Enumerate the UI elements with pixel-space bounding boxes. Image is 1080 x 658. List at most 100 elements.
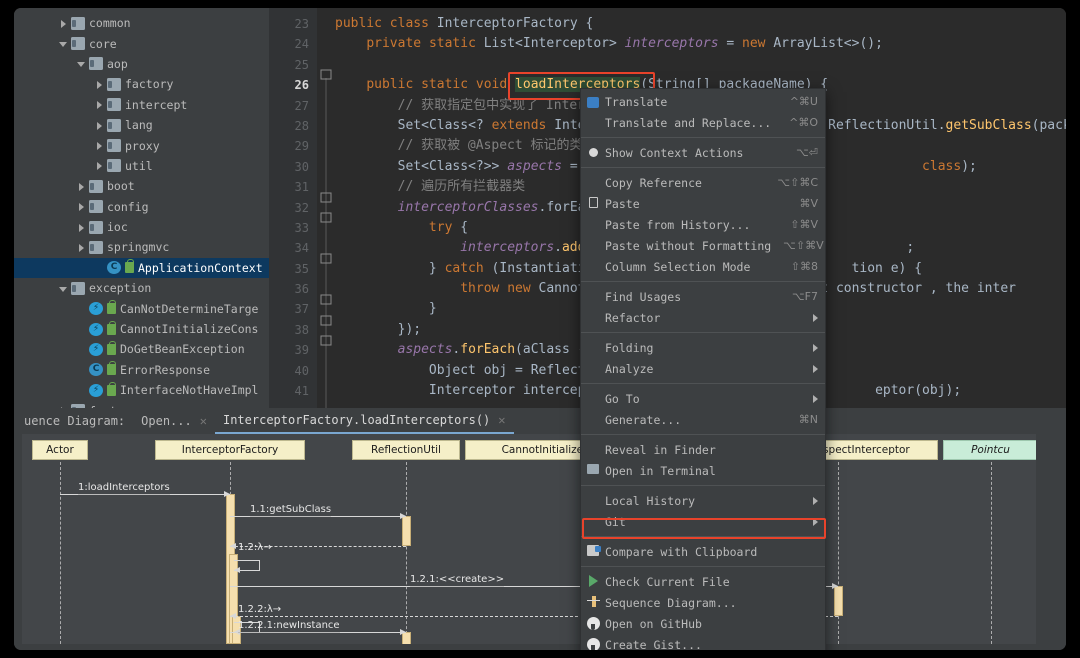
code-token: <? xyxy=(468,117,492,133)
tree-item-applicationcontext[interactable]: C ApplicationContext xyxy=(14,257,269,279)
editor-context-menu[interactable]: Translate ^⌘U Translate and Replace... ^⌘O S… xyxy=(580,88,826,650)
menu-item-paste-without-formatting[interactable]: Paste without Formatting ⌥⇧⌘V xyxy=(581,235,825,256)
sequence-tab-0[interactable]: uence Diagram: xyxy=(16,408,133,434)
menu-item-open-in-terminal[interactable]: Open in Terminal xyxy=(581,460,825,481)
chevron-right-icon[interactable] xyxy=(76,242,87,253)
chevron-right-icon[interactable] xyxy=(58,18,69,29)
code-token: } xyxy=(335,301,437,317)
lock-icon xyxy=(107,340,116,355)
lifeline-label: Actor xyxy=(46,444,74,456)
tree-item-core[interactable]: core xyxy=(14,33,269,53)
tree-item-config[interactable]: config xyxy=(14,197,269,217)
menu-item-shortcut: ⌥F7 xyxy=(791,290,818,303)
tree-item-util[interactable]: util xyxy=(14,156,269,176)
chevron-right-icon[interactable] xyxy=(94,160,105,171)
chevron-right-icon[interactable] xyxy=(94,99,105,110)
tree-item-lang[interactable]: lang xyxy=(14,115,269,135)
message-arrow xyxy=(224,490,230,497)
tree-item-factory[interactable]: factory xyxy=(14,400,269,408)
tree-item-common[interactable]: common xyxy=(14,13,269,33)
chevron-right-icon[interactable] xyxy=(76,222,87,233)
chevron-right-icon[interactable] xyxy=(94,120,105,131)
lifeline-header-reflectionutil[interactable]: ReflectionUtil xyxy=(352,440,460,460)
tree-item-boot[interactable]: boot xyxy=(14,176,269,196)
menu-item-translate-and-replace[interactable]: Translate and Replace... ^⌘O xyxy=(581,112,825,133)
line-number: 26 xyxy=(294,78,309,93)
menu-item-paste[interactable]: Paste ⌘V xyxy=(581,193,825,214)
tree-item-exception[interactable]: exception xyxy=(14,278,269,298)
tree-item-cannotinitializecons[interactable]: ⚡ CannotInitializeCons xyxy=(14,319,269,339)
tree-item-aop[interactable]: aop xyxy=(14,54,269,74)
menu-item-shortcut: ⌘N xyxy=(798,413,818,426)
code-token: < xyxy=(421,117,429,133)
chevron-down-icon[interactable] xyxy=(58,38,69,49)
tree-item-dogetbeanexception[interactable]: ⚡ DoGetBeanException xyxy=(14,339,269,359)
menu-item-sequence-diagram[interactable]: Sequence Diagram... xyxy=(581,592,825,613)
menu-icon-placeholder xyxy=(585,116,601,130)
menu-item-go-to[interactable]: Go To xyxy=(581,388,825,409)
menu-item-paste-from-history[interactable]: Paste from History... ⇧⌘V xyxy=(581,214,825,235)
close-icon[interactable]: ✕ xyxy=(200,414,207,428)
menu-item-copy-reference[interactable]: Copy Reference ⌥⇧⌘C xyxy=(581,172,825,193)
code-line[interactable] xyxy=(335,55,1066,75)
menu-icon-placeholder xyxy=(585,176,601,190)
tree-item-springmvc[interactable]: springmvc xyxy=(14,237,269,257)
chevron-right-icon[interactable] xyxy=(76,201,87,212)
menu-item-open-on-github[interactable]: Open on GitHub xyxy=(581,613,825,634)
menu-item-refactor[interactable]: Refactor xyxy=(581,307,825,328)
code-token: , xyxy=(922,281,946,297)
lifeline-header-actor[interactable]: Actor xyxy=(32,440,88,460)
chevron-right-icon[interactable] xyxy=(94,79,105,90)
menu-item-check-current-file[interactable]: Check Current File xyxy=(581,571,825,592)
project-tree-panel[interactable]: common core aop factory intercept lang proxy ut… xyxy=(14,8,269,408)
tree-item-factory[interactable]: factory xyxy=(14,74,269,94)
chevron-down-icon[interactable] xyxy=(76,58,87,69)
tree-item-errorresponse[interactable]: C ErrorResponse xyxy=(14,360,269,380)
lifeline-header-pointcu[interactable]: Pointcu xyxy=(943,440,1036,460)
chevron-right-icon[interactable] xyxy=(94,140,105,151)
chevron-right-icon[interactable] xyxy=(76,181,87,192)
menu-item-analyze[interactable]: Analyze xyxy=(581,358,825,379)
code-token: Interceptor xyxy=(428,383,516,399)
sequence-tab-2[interactable]: InterceptorFactory.loadInterceptors() ✕ xyxy=(214,408,514,434)
menu-item-label: Paste without Formatting xyxy=(605,238,772,253)
menu-item-translate[interactable]: Translate ^⌘U xyxy=(581,91,825,112)
tree-item-intercept[interactable]: intercept xyxy=(14,95,269,115)
code-token: class xyxy=(922,158,962,174)
line-number: 39 xyxy=(294,343,309,358)
menu-item-create-gist[interactable]: Create Gist... xyxy=(581,634,825,650)
menu-item-show-context-actions[interactable]: Show Context Actions ⌥⏎ xyxy=(581,142,825,163)
tree-item-cannotdeterminetarge[interactable]: ⚡ CanNotDetermineTarge xyxy=(14,298,269,318)
menu-item-column-selection-mode[interactable]: Column Selection Mode ⇧⌘8 xyxy=(581,256,825,277)
menu-item-compare-with-clipboard[interactable]: Compare with Clipboard xyxy=(581,541,825,562)
activation-bar xyxy=(833,586,843,616)
code-folding-column[interactable] xyxy=(317,8,335,408)
code-token: new xyxy=(742,36,766,52)
sequence-tab-1[interactable]: Open... ✕ xyxy=(133,408,215,434)
sequence-diagram-canvas[interactable]: ActorInterceptorFactoryReflectionUtilCan… xyxy=(22,434,1036,644)
menu-item-local-history[interactable]: Local History xyxy=(581,490,825,511)
menu-item-folding[interactable]: Folding xyxy=(581,337,825,358)
code-comment: // 获取被 @Aspect 标记的类 xyxy=(335,138,583,154)
menu-item-find-usages[interactable]: Find Usages ⌥F7 xyxy=(581,286,825,307)
folder-icon xyxy=(89,200,103,214)
tree-item-proxy[interactable]: proxy xyxy=(14,135,269,155)
menu-item-reveal-in-finder[interactable]: Reveal in Finder xyxy=(581,439,825,460)
code-token: tion xyxy=(851,260,883,276)
code-line[interactable]: private static List<Interceptor> interce… xyxy=(335,34,1066,54)
menu-item-generate[interactable]: Generate... ⌘N xyxy=(581,409,825,430)
lifeline-header-interceptorfactory[interactable]: InterceptorFactory xyxy=(155,440,305,460)
menu-item-git[interactable]: Git xyxy=(581,511,825,532)
code-line[interactable]: public class InterceptorFactory { xyxy=(335,14,1066,34)
chevron-down-icon[interactable] xyxy=(58,283,69,294)
translate-icon-glyph xyxy=(587,96,599,108)
menu-item-label: Sequence Diagram... xyxy=(605,595,737,610)
close-icon[interactable]: ✕ xyxy=(498,413,505,427)
tree-item-interfacenothaveimpl[interactable]: ⚡ InterfaceNotHaveImpl xyxy=(14,380,269,400)
sequence-diagram-tabbar[interactable]: uence Diagram: Open... ✕ InterceptorFactory… xyxy=(14,408,1066,434)
message-arrow xyxy=(230,542,236,549)
tree-item-ioc[interactable]: ioc xyxy=(14,217,269,237)
